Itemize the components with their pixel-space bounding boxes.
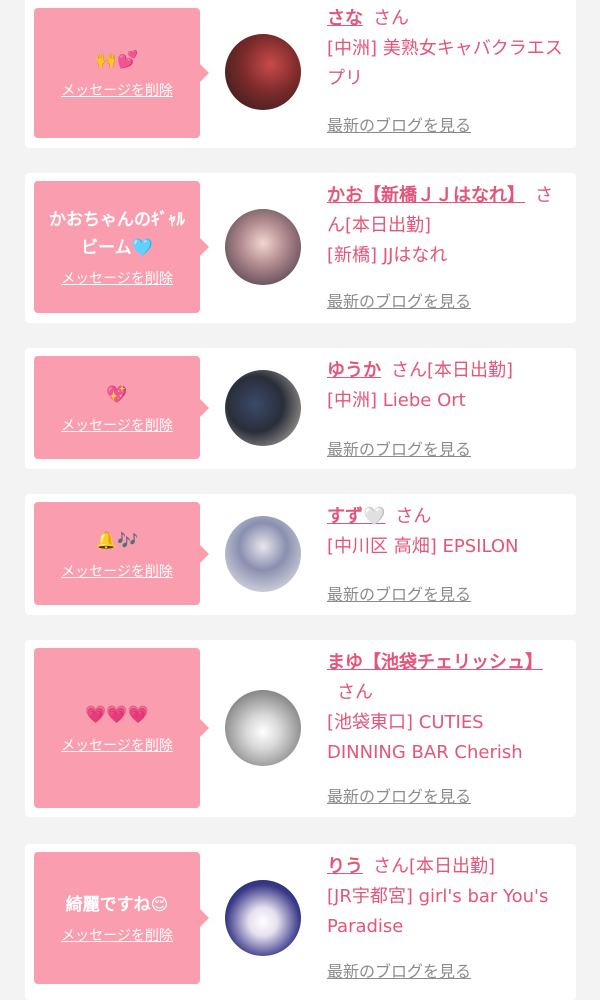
message-bubble: 綺麗ですね😌 メッセージを削除 — [34, 852, 209, 984]
message-card: 🔔🎶 メッセージを削除 すず🤍 さん [中川区 高畑] EPSILON 最新のブロ… — [25, 494, 576, 615]
cast-name-link[interactable]: さな — [327, 8, 363, 29]
avatar[interactable] — [225, 516, 301, 592]
shop-label: [新橋] JJはなれ — [327, 245, 448, 266]
avatar[interactable] — [225, 34, 301, 110]
honorific: さん — [395, 506, 432, 527]
cast-info: すず🤍 さん [中川区 高畑] EPSILON — [327, 502, 567, 562]
message-card: 綺麗ですね😌 メッセージを削除 りう さん[本日出勤] [JR宇都宮] girl'… — [25, 844, 576, 1000]
delete-message-link[interactable]: メッセージを削除 — [61, 561, 173, 581]
latest-blog-link[interactable]: 最新のブログを見る — [327, 436, 471, 460]
status-label: [本日出勤] — [409, 856, 496, 877]
avatar[interactable] — [225, 370, 301, 446]
delete-message-link[interactable]: メッセージを削除 — [61, 735, 173, 755]
message-text: 💗💗💗 — [85, 705, 149, 725]
message-list: 🙌💕 メッセージを削除 さな さん [中洲] 美熟女キャバクラエスプリ 最新のブロ… — [0, 0, 600, 1000]
delete-message-link[interactable]: メッセージを削除 — [61, 268, 173, 288]
message-card: 💖 メッセージを削除 ゆうか さん[本日出勤] [中洲] Liebe Ort 最新… — [25, 348, 576, 469]
cast-info: まゆ【池袋チェリッシュ】さん [池袋東口] CUTIES DINNING BAR… — [327, 648, 567, 768]
message-bubble: 🔔🎶 メッセージを削除 — [34, 502, 209, 605]
message-text: 🔔🎶 — [95, 530, 139, 551]
cast-name-link[interactable]: ゆうか — [327, 360, 381, 381]
message-text: かおちゃんのｷﾞｬﾙビーム🩵 — [49, 210, 185, 258]
avatar[interactable] — [225, 880, 301, 956]
shop-label: [JR宇都宮] girl's bar You's Paradise — [327, 886, 549, 937]
latest-blog-link[interactable]: 最新のブログを見る — [327, 783, 471, 807]
delete-message-link[interactable]: メッセージを削除 — [61, 80, 173, 100]
delete-message-link[interactable]: メッセージを削除 — [61, 415, 173, 435]
message-text: 綺麗ですね😌 — [65, 895, 169, 915]
message-card: かおちゃんのｷﾞｬﾙビーム🩵 メッセージを削除 かお【新橋ＪＪはなれ】 さん[本日… — [25, 173, 576, 323]
cast-info: さな さん [中洲] 美熟女キャバクラエスプリ — [327, 4, 567, 94]
cast-name-link[interactable]: かお【新橋ＪＪはなれ】 — [327, 185, 525, 206]
message-card: 💗💗💗 メッセージを削除 まゆ【池袋チェリッシュ】さん [池袋東口] CUTIE… — [25, 640, 576, 817]
message-bubble: 🙌💕 メッセージを削除 — [34, 8, 209, 138]
shop-label: [中洲] 美熟女キャバクラエスプリ — [327, 38, 563, 89]
message-text: 🙌💕 — [95, 50, 139, 70]
cast-info: かお【新橋ＪＪはなれ】 さん[本日出勤] [新橋] JJはなれ — [327, 181, 567, 271]
latest-blog-link[interactable]: 最新のブログを見る — [327, 112, 471, 136]
message-text: 💖 — [106, 384, 128, 405]
status-label: [本日出勤] — [427, 360, 514, 381]
delete-message-link[interactable]: メッセージを削除 — [61, 925, 173, 945]
cast-info: りう さん[本日出勤] [JR宇都宮] girl's bar You's Para… — [327, 852, 567, 942]
message-card: 🙌💕 メッセージを削除 さな さん [中洲] 美熟女キャバクラエスプリ 最新のブロ… — [25, 0, 576, 148]
message-bubble: 💗💗💗 メッセージを削除 — [34, 648, 209, 808]
cast-info: ゆうか さん[本日出勤] [中洲] Liebe Ort — [327, 356, 567, 416]
message-bubble: 💖 メッセージを削除 — [34, 356, 209, 459]
avatar[interactable] — [225, 690, 301, 766]
shop-label: [池袋東口] CUTIES DINNING BAR Cherish — [327, 712, 523, 763]
honorific: さん — [373, 8, 409, 29]
shop-label: [中川区 高畑] EPSILON — [327, 536, 519, 557]
cast-name-link[interactable]: すず🤍 — [327, 506, 385, 527]
honorific: さん — [373, 856, 409, 877]
latest-blog-link[interactable]: 最新のブログを見る — [327, 288, 471, 312]
message-bubble: かおちゃんのｷﾞｬﾙビーム🩵 メッセージを削除 — [34, 181, 209, 313]
avatar[interactable] — [225, 209, 301, 285]
cast-name-link[interactable]: まゆ【池袋チェリッシュ】 — [327, 652, 543, 673]
honorific: さん — [337, 682, 373, 703]
latest-blog-link[interactable]: 最新のブログを見る — [327, 958, 471, 982]
latest-blog-link[interactable]: 最新のブログを見る — [327, 581, 471, 605]
status-label: [本日出勤] — [345, 215, 432, 236]
cast-name-link[interactable]: りう — [327, 856, 363, 877]
shop-label: [中洲] Liebe Ort — [327, 390, 466, 411]
honorific: さん — [391, 360, 427, 381]
